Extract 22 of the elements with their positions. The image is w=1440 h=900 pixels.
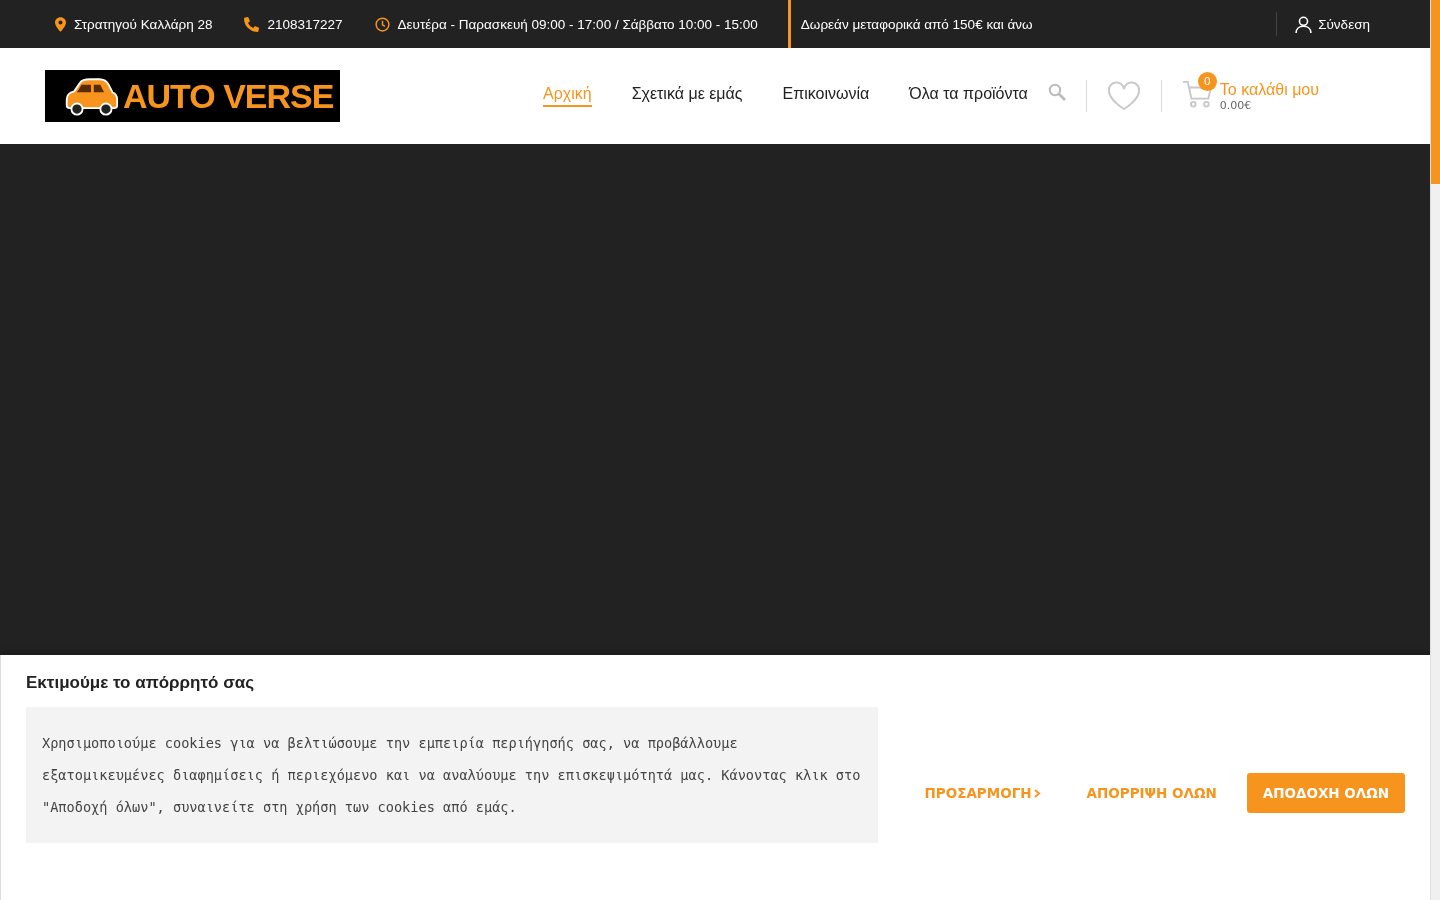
car-icon: [63, 75, 119, 117]
cookie-message: Χρησιμοποιούμε cookies για να βελτιώσουμε την εμπειρία περιήγησής σας, να προβάλλουμε εξατομικευμένες διαφημίσεις ή περιεχόμενο και να αναλύουμε την επισκεψιμότητά μας. Κάνοντας κλικ στο "Αποδοχή όλων", συναινείτε στη χρήση των cookies από εμάς.: [26, 707, 879, 843]
opening-hours: Δευτέρα - Παρασκευή 09:00 - 17:00 / Σάββατο 10:00 - 15:00: [397, 16, 758, 32]
site-logo[interactable]: AUTO VERSE: [45, 70, 340, 122]
location-pin-icon: [55, 16, 66, 32]
nav-link[interactable]: Σχετικά με εμάς: [631, 85, 743, 107]
login-link[interactable]: Σύνδεση: [1295, 15, 1370, 33]
heart-icon[interactable]: [1106, 81, 1141, 111]
chevron-icon: [1033, 788, 1041, 798]
phone-number[interactable]: 2108317227: [267, 16, 343, 32]
search-icon[interactable]: [1047, 83, 1066, 101]
user-icon: [1295, 15, 1313, 33]
cookie-title: Εκτιμούμε το απόρρητό σας: [26, 673, 256, 693]
cart-count-badge: 0: [1197, 72, 1217, 91]
clock-icon: [374, 16, 390, 32]
address-text: Στρατηγού Καλλάρη 28: [74, 16, 213, 32]
cart-total: 0.00€: [1219, 98, 1253, 112]
nav-link[interactable]: Όλα τα προϊόντα: [909, 85, 1028, 107]
scrollbar-thumb[interactable]: [1431, 0, 1440, 184]
scrollbar[interactable]: [1430, 0, 1440, 900]
nav-link[interactable]: Επικοινωνία: [782, 85, 870, 107]
phone-icon: [244, 16, 260, 32]
